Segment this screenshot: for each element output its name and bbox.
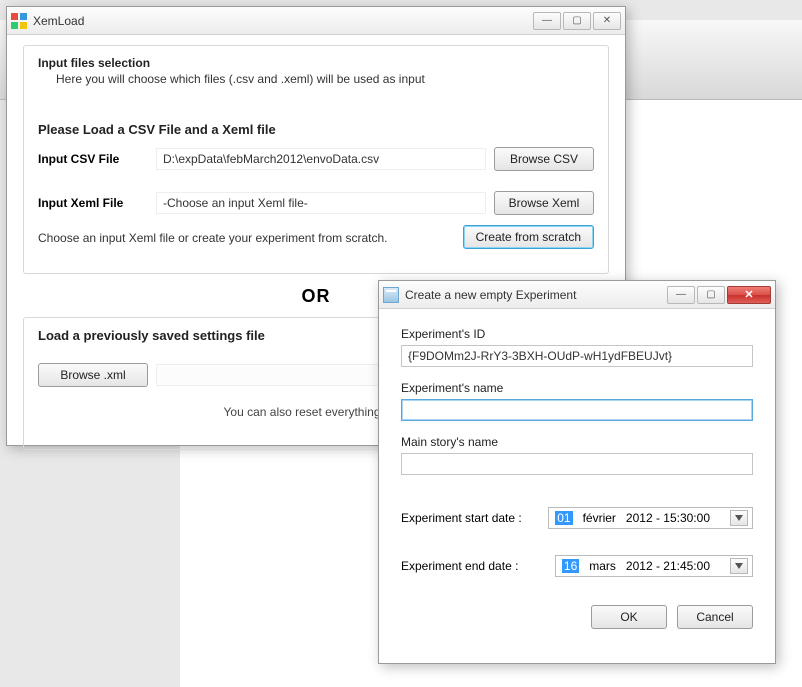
create-experiment-dialog: Create a new empty Experiment — ▢ ✕ Expe… [378, 280, 776, 664]
dialog-maximize-button[interactable]: ▢ [697, 286, 725, 304]
start-day[interactable]: 01 [555, 511, 572, 525]
close-button[interactable]: ✕ [593, 12, 621, 30]
xeml-path-input[interactable] [156, 192, 486, 214]
xemload-titlebar[interactable]: XemLoad — ▢ ✕ [7, 7, 625, 35]
dialog-title: Create a new empty Experiment [405, 288, 667, 302]
browse-xml-button[interactable]: Browse .xml [38, 363, 148, 387]
load-heading: Please Load a CSV File and a Xeml file [38, 122, 594, 137]
csv-label: Input CSV File [38, 152, 148, 166]
xemload-title: XemLoad [33, 14, 533, 28]
browse-xeml-button[interactable]: Browse Xeml [494, 191, 594, 215]
end-date-label: Experiment end date : [401, 559, 545, 573]
start-date-dropdown-icon[interactable] [730, 510, 748, 526]
csv-path-input[interactable] [156, 148, 486, 170]
exp-id-field[interactable] [401, 345, 753, 367]
end-date-dropdown-icon[interactable] [730, 558, 748, 574]
create-from-scratch-button[interactable]: Create from scratch [463, 225, 594, 249]
end-month[interactable]: mars [589, 559, 616, 573]
cancel-button[interactable]: Cancel [677, 605, 753, 629]
exp-id-label: Experiment's ID [401, 327, 753, 341]
group-subtitle: Here you will choose which files (.csv a… [56, 72, 594, 86]
start-date-picker[interactable]: 01 février 2012 - 15:30:00 [548, 507, 753, 529]
end-rest[interactable]: 2012 - 21:45:00 [626, 559, 710, 573]
maximize-button[interactable]: ▢ [563, 12, 591, 30]
story-name-label: Main story's name [401, 435, 753, 449]
dialog-minimize-button[interactable]: — [667, 286, 695, 304]
story-name-field[interactable] [401, 453, 753, 475]
exp-name-field[interactable] [401, 399, 753, 421]
start-rest[interactable]: 2012 - 15:30:00 [626, 511, 710, 525]
browse-csv-button[interactable]: Browse CSV [494, 147, 594, 171]
dialog-close-button[interactable]: ✕ [727, 286, 771, 304]
group-title: Input files selection [38, 56, 594, 70]
input-files-group: Input files selection Here you will choo… [23, 45, 609, 274]
end-day[interactable]: 16 [562, 559, 579, 573]
end-date-picker[interactable]: 16 mars 2012 - 21:45:00 [555, 555, 753, 577]
exp-name-label: Experiment's name [401, 381, 753, 395]
xeml-label: Input Xeml File [38, 196, 148, 210]
dialog-titlebar[interactable]: Create a new empty Experiment — ▢ ✕ [379, 281, 775, 309]
ok-button[interactable]: OK [591, 605, 667, 629]
minimize-button[interactable]: — [533, 12, 561, 30]
start-date-label: Experiment start date : [401, 511, 538, 525]
start-month[interactable]: février [583, 511, 616, 525]
app-icon [11, 13, 27, 29]
dialog-icon [383, 287, 399, 303]
xeml-hint: Choose an input Xeml file or create your… [38, 231, 455, 245]
